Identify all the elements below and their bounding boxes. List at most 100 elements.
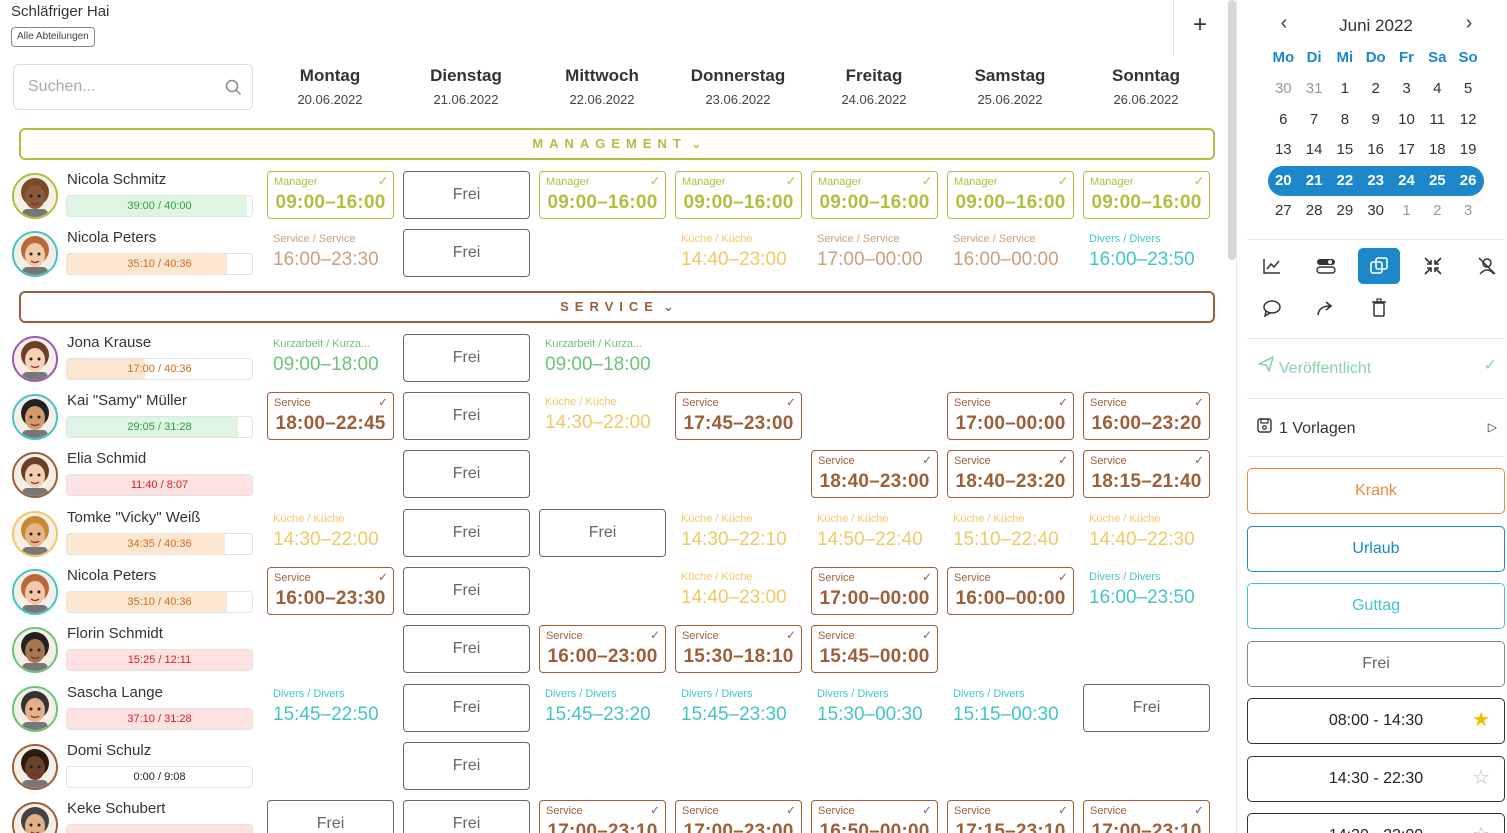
- calendar-day[interactable]: 5: [1453, 80, 1484, 97]
- employee-row-3[interactable]: Kai "Samy" Müller 29:05 / 31:28: [12, 392, 257, 444]
- star-icon[interactable]: ☆: [1472, 814, 1490, 833]
- shift-card[interactable]: Service ✓ 16:00–23:20: [1083, 392, 1210, 440]
- employee-row-4[interactable]: Elia Schmid 11:40 / 8:07: [12, 450, 257, 502]
- shift-card[interactable]: Manager ✓ 09:00–16:00: [675, 171, 802, 219]
- shift-card[interactable]: Service ✓ 16:00–23:30: [267, 567, 394, 615]
- shift-open[interactable]: Kurzarbeit / Kurza... 09:00–18:00: [539, 334, 666, 382]
- calendar-day[interactable]: 1: [1330, 80, 1361, 97]
- shift-free[interactable]: Frei: [403, 742, 530, 790]
- shift-card[interactable]: Service ✓ 16:50–00:00: [811, 800, 938, 833]
- calendar-day[interactable]: 11: [1422, 111, 1453, 128]
- calendar-day[interactable]: 28: [1299, 202, 1330, 219]
- shift-open[interactable]: Küche / Küche 15:10–22:40: [947, 509, 1074, 557]
- quick-button-krank[interactable]: Krank: [1247, 468, 1505, 514]
- quick-button-frei[interactable]: Frei: [1247, 640, 1505, 687]
- shift-open[interactable]: Küche / Küche 14:30–22:10: [675, 509, 802, 557]
- shift-free[interactable]: Frei: [403, 334, 530, 382]
- chevron-right-icon[interactable]: ›: [1458, 12, 1480, 35]
- compress-icon[interactable]: [1412, 248, 1454, 284]
- calendar-day[interactable]: 10: [1391, 111, 1422, 128]
- shift-free[interactable]: Frei: [403, 684, 530, 732]
- shift-open[interactable]: Küche / Küche 14:40–23:00: [675, 567, 802, 615]
- published-status[interactable]: Veröffentlicht ✓: [1257, 355, 1497, 378]
- star-icon[interactable]: ☆: [1472, 757, 1490, 800]
- shift-open[interactable]: Divers / Divers 15:45–23:30: [675, 684, 802, 732]
- calendar-day[interactable]: 15: [1330, 141, 1361, 158]
- shift-open[interactable]: Divers / Divers 15:45–23:20: [539, 684, 666, 732]
- templates-toggle[interactable]: 1 Vorlagen ▷: [1257, 418, 1497, 438]
- shift-open[interactable]: Küche / Küche 14:30–22:00: [539, 392, 666, 440]
- calendar-day[interactable]: 21: [1299, 172, 1330, 189]
- plus-icon[interactable]: +: [1186, 8, 1214, 44]
- shift-open[interactable]: Divers / Divers 16:00–23:50: [1083, 567, 1210, 615]
- employee-row-2[interactable]: Jona Krause 17:00 / 40:36: [12, 334, 257, 386]
- shift-free[interactable]: Frei: [403, 800, 530, 833]
- calendar-day[interactable]: 3: [1391, 80, 1422, 97]
- shift-free[interactable]: Frei: [403, 229, 530, 277]
- calendar-day[interactable]: 31: [1299, 80, 1330, 97]
- calendar-day[interactable]: 13: [1268, 141, 1299, 158]
- calendar-day[interactable]: 20: [1268, 172, 1299, 189]
- shift-open[interactable]: Küche / Küche 14:30–22:00: [267, 509, 394, 557]
- shift-open[interactable]: Divers / Divers 16:00–23:50: [1083, 229, 1210, 277]
- calendar-day[interactable]: 3: [1453, 202, 1484, 219]
- employee-row-0[interactable]: Nicola Schmitz 39:00 / 40:00: [12, 171, 257, 223]
- shift-free[interactable]: Frei: [403, 450, 530, 498]
- calendar-day[interactable]: 24: [1391, 172, 1422, 189]
- section-service[interactable]: SERVICE ⌄: [19, 291, 1215, 323]
- shift-card[interactable]: Service ✓ 18:00–22:45: [267, 392, 394, 440]
- calendar-day[interactable]: 26: [1453, 172, 1484, 189]
- calendar-day[interactable]: 23: [1360, 172, 1391, 189]
- shift-card[interactable]: Service ✓ 17:00–23:00: [675, 800, 802, 833]
- calendar-day[interactable]: 7: [1299, 111, 1330, 128]
- quick-button-time[interactable]: 14:30 - 22:00 ☆: [1247, 813, 1505, 833]
- shift-free[interactable]: Frei: [403, 509, 530, 557]
- calendar-day[interactable]: 12: [1453, 111, 1484, 128]
- copy-icon[interactable]: [1358, 248, 1400, 284]
- shift-free[interactable]: Frei: [539, 509, 666, 557]
- shift-card[interactable]: Service ✓ 18:40–23:00: [811, 450, 938, 498]
- shift-card[interactable]: Service ✓ 17:45–23:00: [675, 392, 802, 440]
- shift-open[interactable]: Service / Service 16:00–23:30: [267, 229, 394, 277]
- calendar-day[interactable]: 14: [1299, 141, 1330, 158]
- all-departments-button[interactable]: Alle Abteilungen: [11, 27, 95, 47]
- calendar-day[interactable]: 4: [1422, 80, 1453, 97]
- shift-free[interactable]: Frei: [1083, 684, 1210, 732]
- share-icon[interactable]: [1305, 290, 1347, 326]
- shift-open[interactable]: Küche / Küche 14:40–22:30: [1083, 509, 1210, 557]
- employee-row-5[interactable]: Tomke "Vicky" Weiß 34:35 / 40:36: [12, 509, 257, 561]
- calendar-day[interactable]: 30: [1360, 202, 1391, 219]
- calendar-day[interactable]: 27: [1268, 202, 1299, 219]
- toggle-icon[interactable]: [1305, 248, 1347, 284]
- shift-free[interactable]: Frei: [403, 392, 530, 440]
- shift-card[interactable]: Service ✓ 15:45–00:00: [811, 625, 938, 673]
- shift-open[interactable]: Service / Service 16:00–00:00: [947, 229, 1074, 277]
- quick-button-urlaub[interactable]: Urlaub: [1247, 525, 1505, 572]
- calendar-day[interactable]: 25: [1422, 172, 1453, 189]
- search-input[interactable]: Suchen...: [13, 64, 253, 110]
- shift-card[interactable]: Service ✓ 15:30–18:10: [675, 625, 802, 673]
- shift-card[interactable]: Manager ✓ 09:00–16:00: [1083, 171, 1210, 219]
- shift-card[interactable]: Manager ✓ 09:00–16:00: [539, 171, 666, 219]
- shift-open[interactable]: Service / Service 17:00–00:00: [811, 229, 938, 277]
- calendar-day[interactable]: 16: [1360, 141, 1391, 158]
- calendar-day[interactable]: 18: [1422, 141, 1453, 158]
- section-management[interactable]: MANAGEMENT ⌄: [19, 128, 1215, 160]
- calendar-day[interactable]: 19: [1453, 141, 1484, 158]
- quick-button-time[interactable]: 08:00 - 14:30 ★: [1247, 698, 1505, 744]
- employee-row-9[interactable]: Domi Schulz 0:00 / 9:08: [12, 742, 257, 794]
- scrollbar[interactable]: [1228, 0, 1236, 260]
- employee-row-1[interactable]: Nicola Peters 35:10 / 40:36: [12, 229, 257, 281]
- calendar-day[interactable]: 2: [1422, 202, 1453, 219]
- employee-row-6[interactable]: Nicola Peters 35:10 / 40:36: [12, 567, 257, 619]
- shift-card[interactable]: Manager ✓ 09:00–16:00: [267, 171, 394, 219]
- calendar-day[interactable]: 8: [1330, 111, 1361, 128]
- shift-card[interactable]: Service ✓ 16:00–23:00: [539, 625, 666, 673]
- shift-card[interactable]: Service ✓ 17:00–23:10: [539, 800, 666, 833]
- shift-card[interactable]: Service ✓ 18:40–23:20: [947, 450, 1074, 498]
- star-icon[interactable]: ★: [1472, 699, 1490, 742]
- shift-card[interactable]: Service ✓ 18:15–21:40: [1083, 450, 1210, 498]
- calendar-day[interactable]: 6: [1268, 111, 1299, 128]
- chart-line-icon[interactable]: [1251, 248, 1293, 284]
- calendar-day[interactable]: 17: [1391, 141, 1422, 158]
